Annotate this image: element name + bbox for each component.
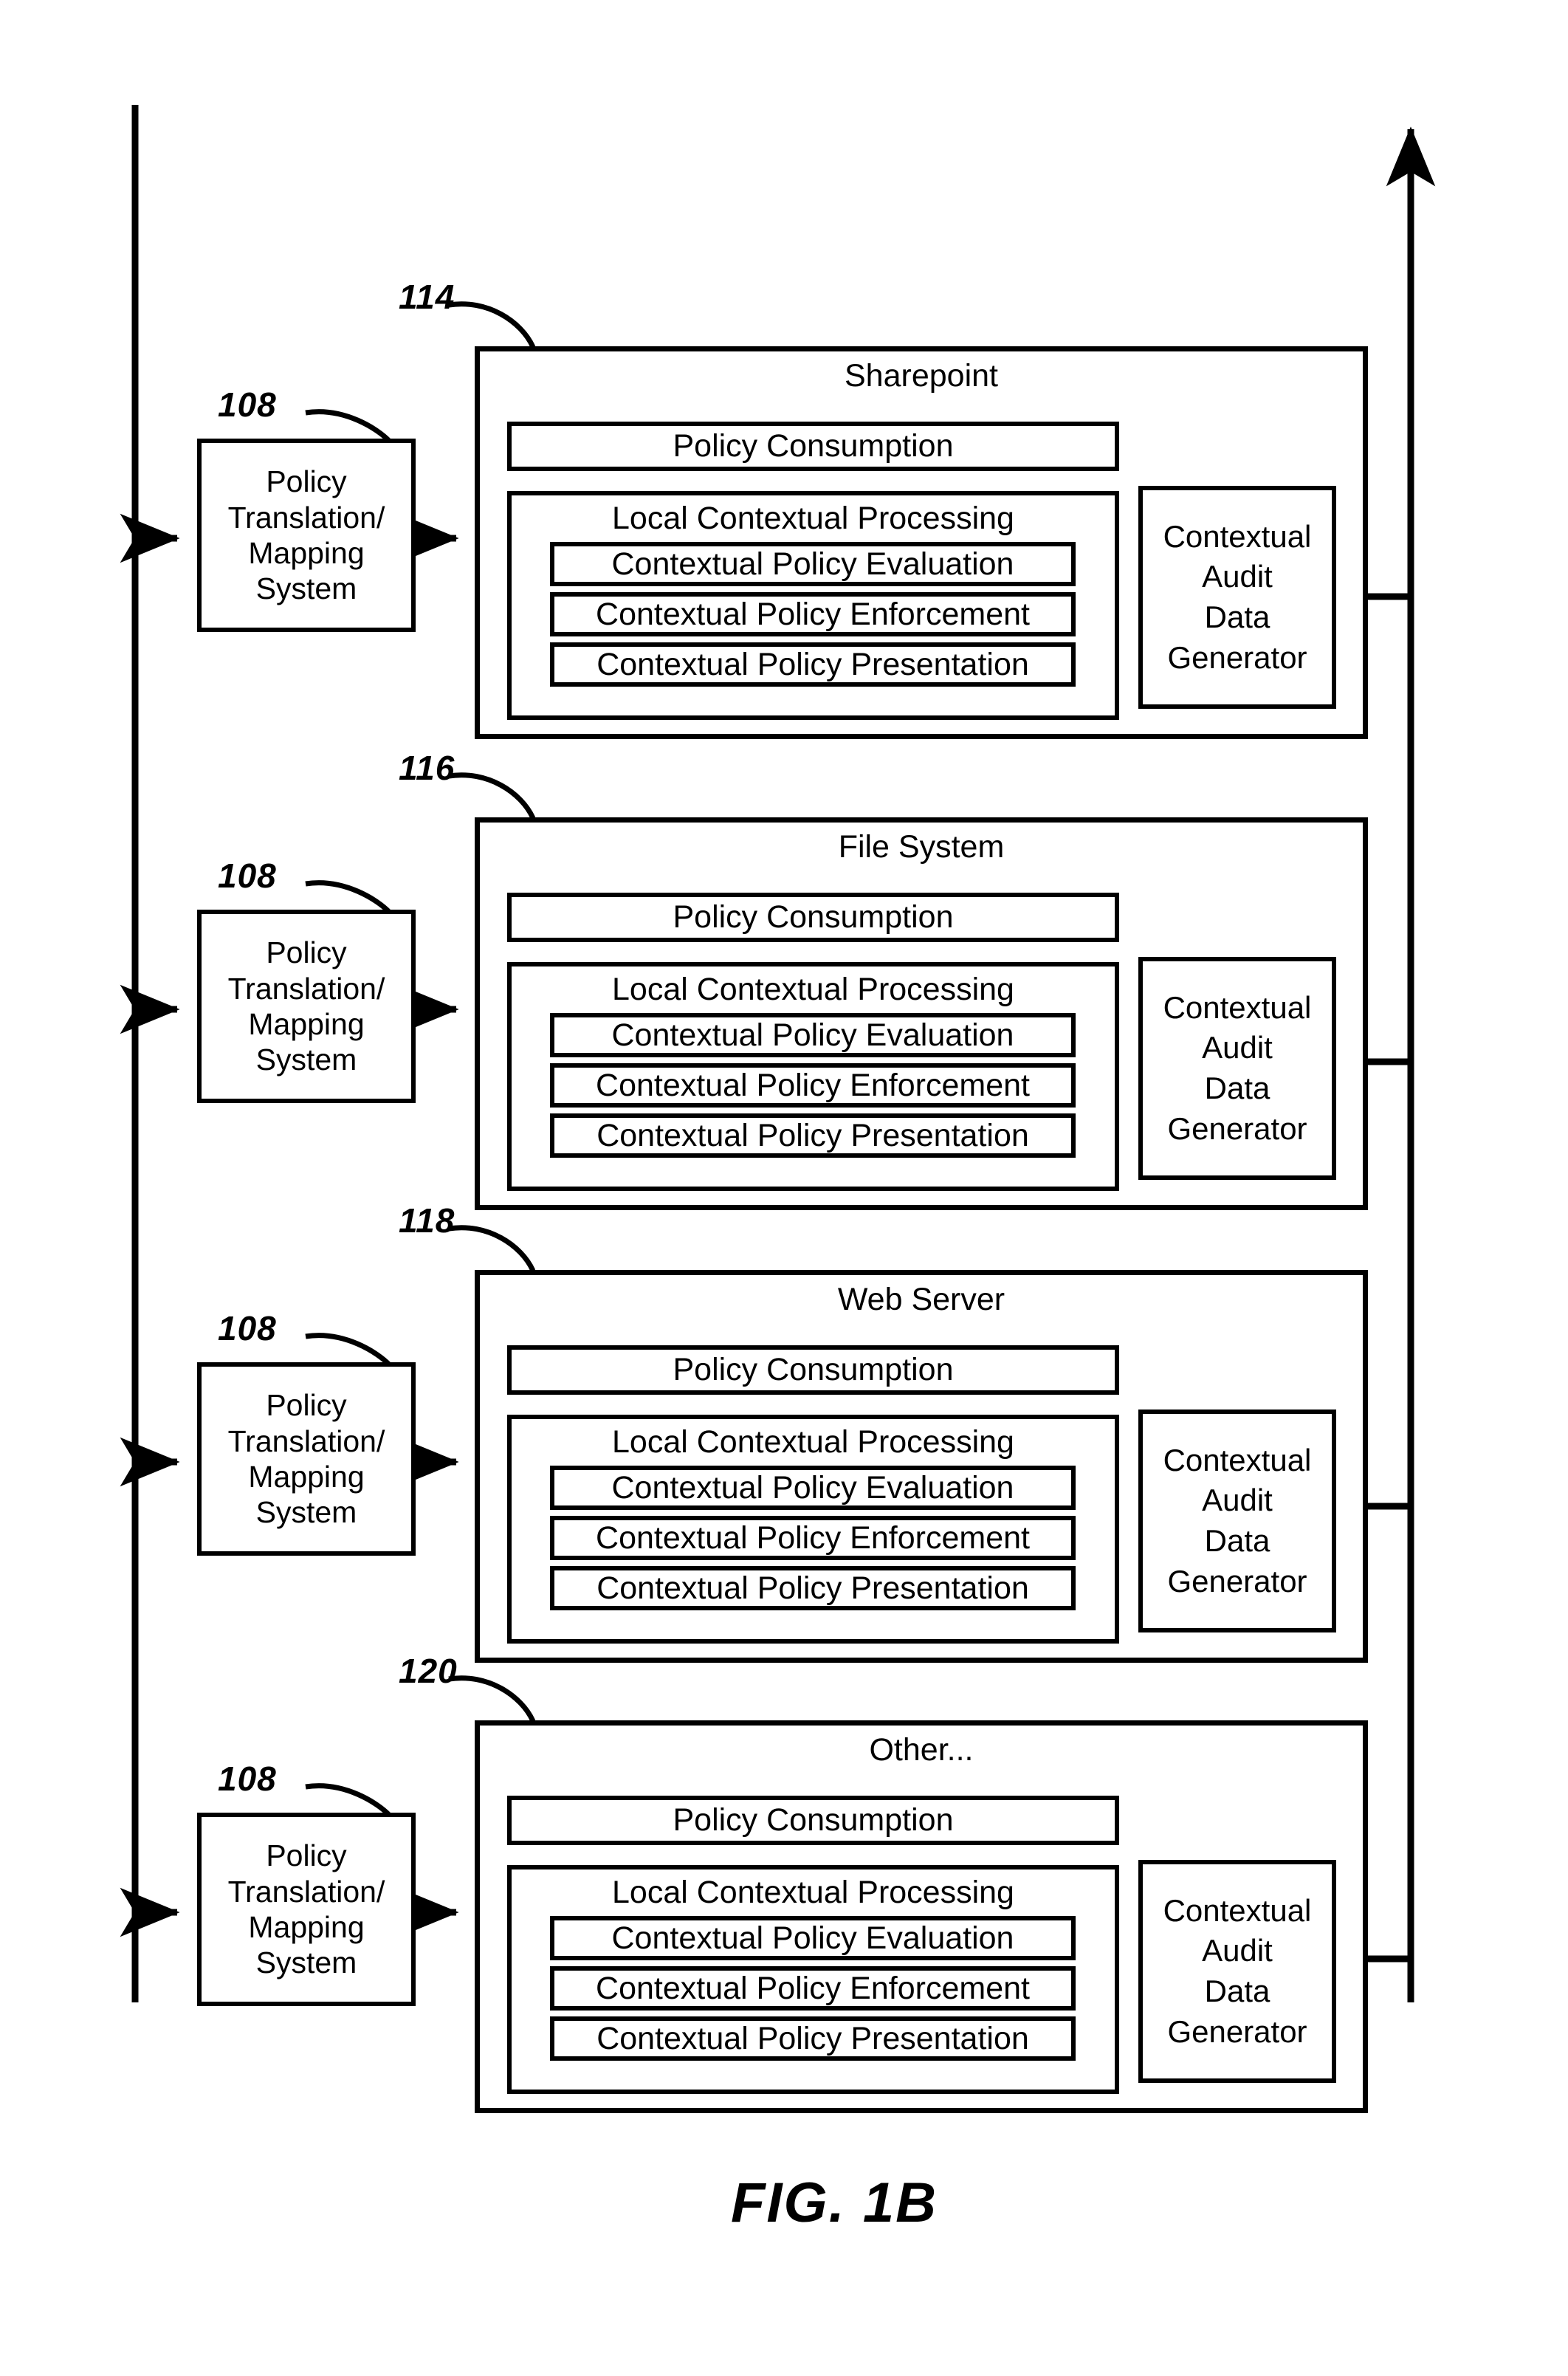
contextual-policy-evaluation-sharepoint[interactable]: Contextual Policy Evaluation bbox=[550, 542, 1076, 586]
panel-title-other: Other... bbox=[869, 1732, 974, 1768]
contextual-policy-evaluation-web-server[interactable]: Contextual Policy Evaluation bbox=[550, 1466, 1076, 1510]
panel-title-web-server: Web Server bbox=[837, 1282, 1005, 1317]
cadg-line-2: Audit bbox=[1202, 559, 1273, 594]
policy-consumption-label: Policy Consumption bbox=[673, 1352, 954, 1388]
cadg-line-4: Generator bbox=[1167, 2013, 1307, 2049]
cpf-label: Contextual Policy Enforcement bbox=[596, 1067, 1030, 1103]
policy-consumption-file-system[interactable]: Policy Consumption bbox=[507, 893, 1119, 942]
contextual-policy-evaluation-file-system[interactable]: Contextual Policy Evaluation bbox=[550, 1013, 1076, 1057]
cpp-label: Contextual Policy Presentation bbox=[596, 2020, 1029, 2056]
pt-line-4: System bbox=[255, 1946, 357, 1980]
contextual-audit-data-generator-file-system[interactable]: Contextual Audit Data Generator bbox=[1138, 957, 1336, 1180]
cadg-line-4: Generator bbox=[1167, 1110, 1307, 1146]
reference-numeral-114: 114 bbox=[399, 278, 455, 316]
cadg-line-3: Data bbox=[1204, 1523, 1270, 1558]
reference-numeral-120: 120 bbox=[399, 1652, 458, 1690]
contextual-policy-presentation-web-server[interactable]: Contextual Policy Presentation bbox=[550, 1566, 1076, 1610]
lcp-title: Local Contextual Processing bbox=[612, 501, 1014, 536]
policy-consumption-label: Policy Consumption bbox=[673, 428, 954, 464]
pt-line-2: Translation/ bbox=[227, 1424, 385, 1458]
panel-title-sharepoint: Sharepoint bbox=[845, 358, 998, 394]
lcp-title: Local Contextual Processing bbox=[612, 972, 1014, 1007]
local-contextual-processing-file-system: Local Contextual Processing Contextual P… bbox=[507, 962, 1119, 1191]
reference-numeral-108-4: 108 bbox=[218, 1759, 277, 1798]
local-contextual-processing-other: Local Contextual Processing Contextual P… bbox=[507, 1865, 1119, 2094]
cadg-line-4: Generator bbox=[1167, 1563, 1307, 1599]
contextual-policy-enforcement-sharepoint[interactable]: Contextual Policy Enforcement bbox=[550, 592, 1076, 636]
reference-numeral-118: 118 bbox=[399, 1201, 455, 1240]
lcp-title: Local Contextual Processing bbox=[612, 1424, 1014, 1460]
pt-line-3: Mapping bbox=[248, 1910, 365, 1944]
contextual-policy-presentation-sharepoint[interactable]: Contextual Policy Presentation bbox=[550, 642, 1076, 687]
contextual-policy-evaluation-other[interactable]: Contextual Policy Evaluation bbox=[550, 1916, 1076, 1960]
figure-canvas: 114 108 Policy Translation/ Mapping Syst… bbox=[0, 0, 1568, 2376]
contextual-audit-data-generator-sharepoint[interactable]: Contextual Audit Data Generator bbox=[1138, 486, 1336, 709]
pt-line-2: Translation/ bbox=[227, 1874, 385, 1909]
cpp-label: Contextual Policy Presentation bbox=[596, 646, 1029, 682]
figure-label: FIG. 1B bbox=[731, 2171, 938, 2234]
cadg-line-3: Data bbox=[1204, 1071, 1270, 1105]
cpe-label: Contextual Policy Evaluation bbox=[611, 1920, 1014, 1956]
cpe-label: Contextual Policy Evaluation bbox=[611, 1469, 1014, 1505]
cadg-line-1: Contextual bbox=[1163, 1442, 1312, 1477]
policy-consumption-web-server[interactable]: Policy Consumption bbox=[507, 1345, 1119, 1395]
local-contextual-processing-web-server: Local Contextual Processing Contextual P… bbox=[507, 1415, 1119, 1644]
policy-translation-mapping-system-3[interactable]: Policy Translation/ Mapping System bbox=[197, 1362, 416, 1556]
cadg-line-2: Audit bbox=[1202, 1933, 1273, 1968]
contextual-audit-data-generator-web-server[interactable]: Contextual Audit Data Generator bbox=[1138, 1410, 1336, 1632]
pt-line-3: Mapping bbox=[248, 536, 365, 570]
pt-line-1: Policy bbox=[266, 1838, 347, 1873]
contextual-policy-presentation-other[interactable]: Contextual Policy Presentation bbox=[550, 2016, 1076, 2061]
contextual-policy-presentation-file-system[interactable]: Contextual Policy Presentation bbox=[550, 1113, 1076, 1158]
cadg-line-2: Audit bbox=[1202, 1030, 1273, 1065]
cadg-line-2: Audit bbox=[1202, 1483, 1273, 1518]
local-contextual-processing-sharepoint: Local Contextual Processing Contextual P… bbox=[507, 491, 1119, 720]
reference-numeral-108-2: 108 bbox=[218, 856, 277, 895]
pt-line-1: Policy bbox=[266, 1388, 347, 1423]
cadg-line-1: Contextual bbox=[1163, 989, 1312, 1025]
cadg-line-3: Data bbox=[1204, 600, 1270, 634]
contextual-policy-enforcement-web-server[interactable]: Contextual Policy Enforcement bbox=[550, 1516, 1076, 1560]
cpf-label: Contextual Policy Enforcement bbox=[596, 1970, 1030, 2006]
contextual-audit-data-generator-other[interactable]: Contextual Audit Data Generator bbox=[1138, 1860, 1336, 2083]
policy-consumption-label: Policy Consumption bbox=[673, 1802, 954, 1838]
pt-line-2: Translation/ bbox=[227, 971, 385, 1006]
contextual-policy-enforcement-other[interactable]: Contextual Policy Enforcement bbox=[550, 1966, 1076, 2011]
panel-title-file-system: File System bbox=[838, 829, 1005, 865]
reference-numeral-116: 116 bbox=[399, 749, 455, 787]
cadg-line-1: Contextual bbox=[1163, 518, 1312, 554]
policy-consumption-other[interactable]: Policy Consumption bbox=[507, 1796, 1119, 1845]
pt-line-4: System bbox=[255, 571, 357, 606]
pt-line-2: Translation/ bbox=[227, 500, 385, 535]
cadg-line-4: Generator bbox=[1167, 639, 1307, 675]
pt-line-4: System bbox=[255, 1043, 357, 1077]
pt-line-1: Policy bbox=[266, 935, 347, 970]
contextual-policy-enforcement-file-system[interactable]: Contextual Policy Enforcement bbox=[550, 1063, 1076, 1108]
cpf-label: Contextual Policy Enforcement bbox=[596, 1520, 1030, 1556]
policy-translation-mapping-system-2[interactable]: Policy Translation/ Mapping System bbox=[197, 910, 416, 1103]
cpp-label: Contextual Policy Presentation bbox=[596, 1117, 1029, 1153]
cadg-line-3: Data bbox=[1204, 1974, 1270, 2008]
cpf-label: Contextual Policy Enforcement bbox=[596, 596, 1030, 632]
cadg-line-1: Contextual bbox=[1163, 1892, 1312, 1928]
lcp-title: Local Contextual Processing bbox=[612, 1875, 1014, 1910]
reference-numeral-108-3: 108 bbox=[218, 1309, 277, 1347]
pt-line-3: Mapping bbox=[248, 1007, 365, 1041]
pt-line-1: Policy bbox=[266, 464, 347, 499]
policy-translation-mapping-system-1[interactable]: Policy Translation/ Mapping System bbox=[197, 439, 416, 632]
reference-numeral-108-1: 108 bbox=[218, 385, 277, 424]
policy-translation-mapping-system-4[interactable]: Policy Translation/ Mapping System bbox=[197, 1813, 416, 2006]
cpp-label: Contextual Policy Presentation bbox=[596, 1570, 1029, 1606]
cpe-label: Contextual Policy Evaluation bbox=[611, 1017, 1014, 1053]
pt-line-3: Mapping bbox=[248, 1460, 365, 1494]
cpe-label: Contextual Policy Evaluation bbox=[611, 546, 1014, 582]
pt-line-4: System bbox=[255, 1495, 357, 1530]
policy-consumption-sharepoint[interactable]: Policy Consumption bbox=[507, 422, 1119, 471]
policy-consumption-label: Policy Consumption bbox=[673, 899, 954, 935]
